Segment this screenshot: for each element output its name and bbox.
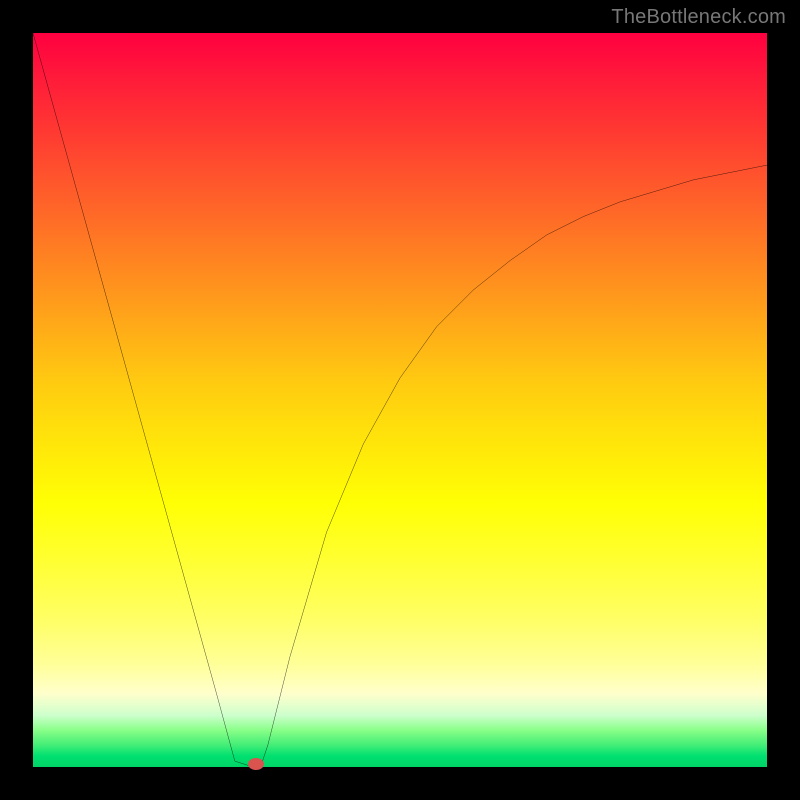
plot-area — [33, 33, 767, 767]
chart-frame: TheBottleneck.com — [0, 0, 800, 800]
bottleneck-curve — [33, 33, 767, 767]
minimum-marker — [248, 758, 264, 770]
watermark-text: TheBottleneck.com — [611, 6, 786, 29]
